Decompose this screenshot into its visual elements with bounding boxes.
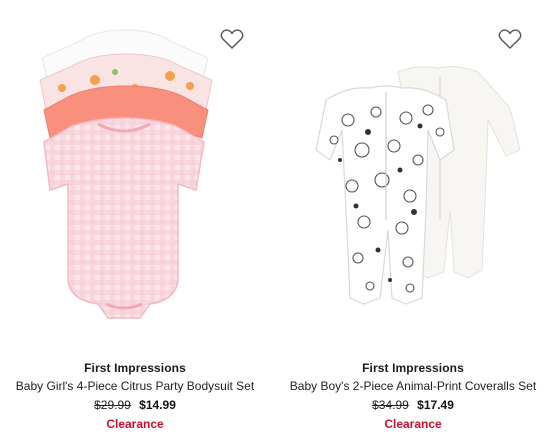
original-price: $29.99 — [94, 398, 131, 412]
clearance-badge: Clearance — [384, 417, 442, 431]
heart-outline-icon[interactable] — [498, 28, 522, 50]
product-image[interactable] — [278, 0, 548, 350]
product-card[interactable]: First Impressions Baby Boy's 2-Piece Ani… — [278, 0, 548, 436]
product-image[interactable] — [0, 0, 270, 350]
price-row: $29.99 $14.99 — [0, 398, 270, 412]
bodysuit-set-illustration — [39, 29, 213, 319]
product-name[interactable]: Baby Boy's 2-Piece Animal-Print Coverall… — [278, 379, 548, 393]
product-name[interactable]: Baby Girl's 4-Piece Citrus Party Bodysui… — [0, 379, 270, 393]
product-card[interactable]: First Impressions Baby Girl's 4-Piece Ci… — [0, 0, 270, 436]
product-brand[interactable]: First Impressions — [0, 361, 270, 375]
clearance-badge: Clearance — [106, 417, 164, 431]
product-brand[interactable]: First Impressions — [278, 361, 548, 375]
heart-outline-icon[interactable] — [220, 28, 244, 50]
sale-price: $17.49 — [417, 398, 454, 412]
price-row: $34.99 $17.49 — [278, 398, 548, 412]
sale-price: $14.99 — [139, 398, 176, 412]
coveralls-set-illustration — [315, 66, 521, 305]
original-price: $34.99 — [372, 398, 409, 412]
